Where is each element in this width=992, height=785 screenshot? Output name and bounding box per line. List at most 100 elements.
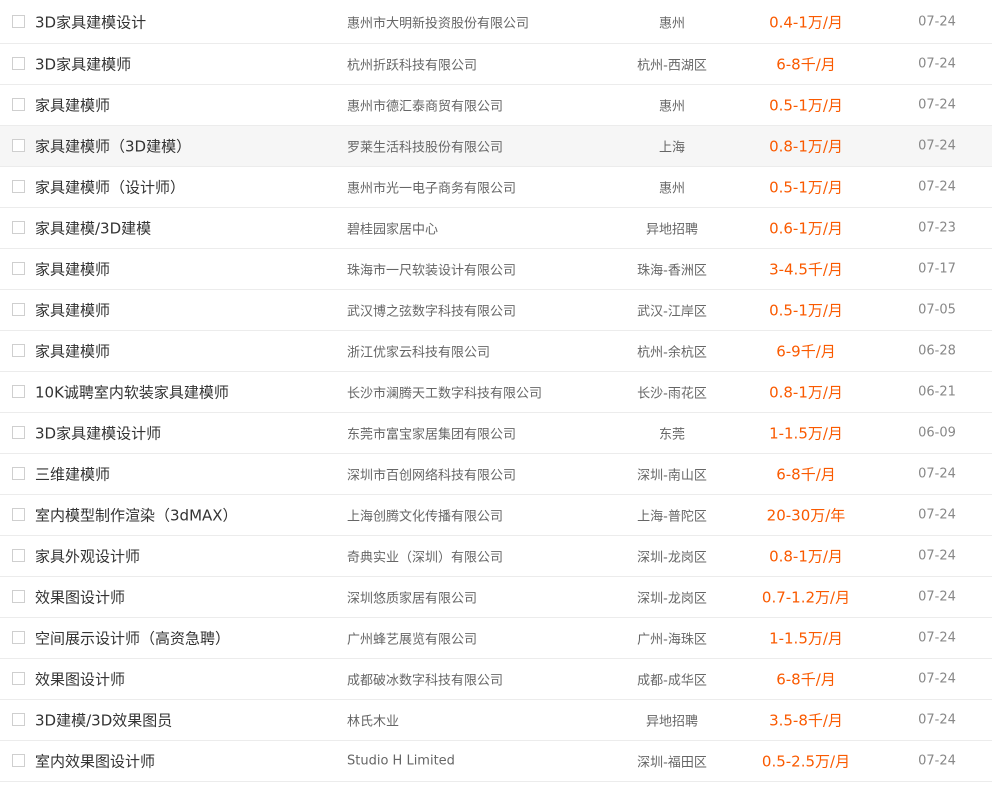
job-row[interactable]: 家具建模/3D建模 碧桂园家居中心 异地招聘 0.6-1万/月 07-23 — [0, 208, 992, 249]
job-title-link[interactable]: 3D家具建模设计师 — [35, 423, 161, 444]
company-link[interactable]: 惠州市德汇泰商贸有限公司 — [347, 96, 503, 115]
job-row[interactable]: 室内模型制作渲染（3dMAX） 上海创腾文化传播有限公司 上海-普陀区 20-3… — [0, 495, 992, 536]
select-checkbox[interactable] — [12, 344, 25, 357]
company-link[interactable]: 上海创腾文化传播有限公司 — [347, 506, 503, 525]
post-date: 07-17 — [918, 261, 956, 277]
select-checkbox[interactable] — [12, 426, 25, 439]
job-row-hovered[interactable]: 家具建模师（3D建模） 罗莱生活科技股份有限公司 上海 0.8-1万/月 07-… — [0, 126, 992, 167]
job-row[interactable]: 效果图设计师 深圳悠质家居有限公司 深圳-龙岗区 0.7-1.2万/月 07-2… — [0, 577, 992, 618]
select-checkbox[interactable] — [12, 221, 25, 234]
job-title-link[interactable]: 三维建模师 — [35, 464, 110, 485]
job-salary: 0.5-2.5万/月 — [761, 752, 851, 771]
job-location: 上海-普陀区 — [637, 509, 707, 525]
job-row[interactable]: 空间展示设计师（高资急聘） 广州蜂艺展览有限公司 广州-海珠区 1-1.5万/月… — [0, 618, 992, 659]
job-title-link[interactable]: 家具建模师（设计师） — [35, 177, 185, 198]
job-row[interactable]: 家具建模师 武汉博之弦数字科技有限公司 武汉-江岸区 0.5-1万/月 07-0… — [0, 290, 992, 331]
select-checkbox[interactable] — [12, 180, 25, 193]
job-row[interactable]: 家具建模师（设计师） 惠州市光一电子商务有限公司 惠州 0.5-1万/月 07-… — [0, 167, 992, 208]
job-title-link[interactable]: 家具建模师 — [35, 95, 110, 116]
select-checkbox[interactable] — [12, 385, 25, 398]
select-checkbox[interactable] — [12, 14, 25, 28]
company-link[interactable]: 林氏木业 — [347, 711, 399, 730]
job-location: 异地招聘 — [645, 714, 698, 730]
select-checkbox[interactable] — [12, 57, 25, 70]
company-link[interactable]: 罗莱生活科技股份有限公司 — [347, 137, 503, 156]
job-title-link[interactable]: 家具建模/3D建模 — [35, 218, 151, 239]
select-checkbox[interactable] — [12, 631, 25, 644]
job-row[interactable]: 三维建模师 深圳市百创网络科技有限公司 深圳-南山区 6-8千/月 07-24 — [0, 454, 992, 495]
job-row[interactable]: 家具建模师 浙江优家云科技有限公司 杭州-余杭区 6-9千/月 06-28 — [0, 331, 992, 372]
job-location: 长沙-雨花区 — [637, 386, 707, 402]
job-location: 异地招聘 — [645, 222, 698, 238]
job-title-link[interactable]: 3D建模/3D效果图员 — [35, 710, 172, 731]
company-link[interactable]: 奇典实业（深圳）有限公司 — [347, 547, 503, 566]
job-salary: 0.4-1万/月 — [769, 13, 843, 31]
company-link[interactable]: 长沙市澜腾天工数字科技有限公司 — [347, 383, 542, 402]
job-title-link[interactable]: 室内模型制作渲染（3dMAX） — [35, 505, 238, 526]
job-row[interactable]: 3D家具建模设计 惠州市大明新投资股份有限公司 惠州 0.4-1万/月 07-2… — [0, 0, 992, 44]
job-title-link[interactable]: 效果图设计师 — [35, 587, 125, 608]
company-link[interactable]: 东莞市富宝家居集团有限公司 — [347, 424, 516, 443]
job-row[interactable]: 10K诚聘室内软装家具建模师 长沙市澜腾天工数字科技有限公司 长沙-雨花区 0.… — [0, 372, 992, 413]
job-salary: 0.6-1万/月 — [769, 219, 843, 238]
job-row[interactable]: 家具建模师 珠海市一尺软装设计有限公司 珠海-香洲区 3-4.5千/月 07-1… — [0, 249, 992, 290]
job-title-link[interactable]: 3D家具建模设计 — [35, 11, 146, 32]
job-salary: 0.8-1万/月 — [769, 383, 843, 402]
company-link[interactable]: 武汉博之弦数字科技有限公司 — [347, 301, 516, 320]
job-row[interactable]: 3D建模/3D效果图员 林氏木业 异地招聘 3.5-8千/月 07-24 — [0, 700, 992, 741]
job-row[interactable]: 家具外观设计师 奇典实业（深圳）有限公司 深圳-龙岗区 0.8-1万/月 07-… — [0, 536, 992, 577]
company-link[interactable]: 惠州市大明新投资股份有限公司 — [347, 12, 529, 31]
select-checkbox[interactable] — [12, 303, 25, 316]
select-checkbox[interactable] — [12, 262, 25, 275]
company-link[interactable]: 碧桂园家居中心 — [347, 219, 438, 238]
job-row[interactable]: 3D家具建模师 杭州折跃科技有限公司 杭州-西湖区 6-8千/月 07-24 — [0, 44, 992, 85]
company-link[interactable]: 杭州折跃科技有限公司 — [347, 55, 477, 74]
company-link[interactable]: 广州蜂艺展览有限公司 — [347, 629, 477, 648]
select-checkbox[interactable] — [12, 672, 25, 685]
company-link[interactable]: 惠州市光一电子商务有限公司 — [347, 178, 516, 197]
post-date: 07-24 — [918, 507, 956, 523]
company-link[interactable]: 珠海市一尺软装设计有限公司 — [347, 260, 516, 279]
company-link[interactable]: 浙江优家云科技有限公司 — [347, 342, 490, 361]
company-link[interactable]: 深圳市百创网络科技有限公司 — [347, 465, 516, 484]
job-title-link[interactable]: 3D家具建模师 — [35, 54, 131, 75]
job-title-link[interactable]: 10K诚聘室内软装家具建模师 — [35, 382, 229, 403]
job-row[interactable]: 3D家具建模设计师 东莞市富宝家居集团有限公司 东莞 1-1.5万/月 06-0… — [0, 413, 992, 454]
select-checkbox[interactable] — [12, 508, 25, 521]
company-link[interactable]: Studio H Limited — [347, 754, 455, 769]
job-location: 武汉-江岸区 — [637, 304, 707, 320]
select-checkbox[interactable] — [12, 590, 25, 603]
job-title-link[interactable]: 家具外观设计师 — [35, 546, 140, 567]
post-date: 07-24 — [918, 138, 956, 154]
job-title-link[interactable]: 家具建模师 — [35, 300, 110, 321]
job-row[interactable]: 效果图设计师 成都破冰数字科技有限公司 成都-成华区 6-8千/月 07-24 — [0, 659, 992, 700]
post-date: 07-24 — [918, 671, 956, 687]
select-checkbox[interactable] — [12, 467, 25, 480]
company-link[interactable]: 深圳悠质家居有限公司 — [347, 588, 477, 607]
job-salary: 20-30万/年 — [766, 506, 846, 525]
job-salary: 0.7-1.2万/月 — [761, 588, 851, 607]
post-date: 07-24 — [918, 97, 956, 113]
job-salary: 6-8千/月 — [776, 670, 836, 689]
job-row[interactable]: 室内效果图设计师 Studio H Limited 深圳-福田区 0.5-2.5… — [0, 741, 992, 782]
select-checkbox[interactable] — [12, 754, 25, 767]
job-title-link[interactable]: 家具建模师 — [35, 341, 110, 362]
select-checkbox[interactable] — [12, 713, 25, 726]
job-list: 3D家具建模设计 惠州市大明新投资股份有限公司 惠州 0.4-1万/月 07-2… — [0, 0, 992, 782]
job-location: 杭州-西湖区 — [637, 58, 707, 74]
select-checkbox[interactable] — [12, 549, 25, 562]
job-title-link[interactable]: 家具建模师 — [35, 259, 110, 280]
job-title-link[interactable]: 效果图设计师 — [35, 669, 125, 690]
job-title-link[interactable]: 室内效果图设计师 — [35, 751, 155, 772]
job-row[interactable]: 家具建模师 惠州市德汇泰商贸有限公司 惠州 0.5-1万/月 07-24 — [0, 85, 992, 126]
job-salary: 0.5-1万/月 — [769, 178, 843, 197]
job-title-link[interactable]: 家具建模师（3D建模） — [35, 136, 191, 157]
job-salary: 1-1.5万/月 — [769, 629, 843, 648]
job-title-link[interactable]: 空间展示设计师（高资急聘） — [35, 628, 230, 649]
job-salary: 3-4.5千/月 — [769, 260, 843, 279]
select-checkbox[interactable] — [12, 98, 25, 111]
select-checkbox[interactable] — [12, 139, 25, 152]
job-salary: 0.5-1万/月 — [769, 96, 843, 115]
post-date: 07-24 — [918, 753, 956, 769]
company-link[interactable]: 成都破冰数字科技有限公司 — [347, 670, 503, 689]
